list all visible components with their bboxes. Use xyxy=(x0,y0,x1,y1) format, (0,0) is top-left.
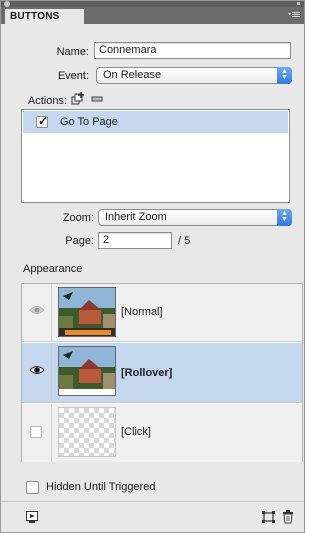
visibility-toggle[interactable] xyxy=(22,284,52,342)
hidden-until-triggered-label: Hidden Until Triggered xyxy=(46,481,156,493)
landscape-image-icon xyxy=(59,288,115,336)
zoom-label: Zoom: xyxy=(62,212,94,224)
state-row-rollover[interactable]: [Rollover] xyxy=(22,343,302,403)
remove-action-icon xyxy=(91,96,103,102)
chevron-updown-icon: ▲ ▼ xyxy=(277,67,292,84)
trash-icon xyxy=(283,510,293,524)
state-label-click: [Click] xyxy=(121,426,151,438)
collapse-icon[interactable] xyxy=(297,2,300,5)
checkmark-icon: ✓ xyxy=(38,114,49,128)
page-field[interactable]: 2 xyxy=(98,232,172,249)
event-value: On Release xyxy=(103,69,162,81)
remove-action-button[interactable] xyxy=(90,92,104,106)
state-thumbnail xyxy=(58,346,116,396)
preview-icon xyxy=(26,511,38,523)
state-thumbnail xyxy=(58,287,116,337)
action-row[interactable]: ✓ Go To Page xyxy=(23,111,288,133)
state-label-normal: [Normal] xyxy=(121,306,163,318)
visibility-checkbox[interactable] xyxy=(30,426,42,438)
state-row-normal[interactable]: [Normal] xyxy=(22,284,302,342)
eye-icon xyxy=(29,366,45,374)
tab-row: BUTTONS xyxy=(1,7,304,24)
buttons-panel: BUTTONS Name: Connemara Event: On Releas… xyxy=(0,0,305,533)
state-thumbnail-empty xyxy=(58,407,116,457)
visibility-toggle[interactable] xyxy=(22,404,52,462)
zoom-value: Inherit Zoom xyxy=(105,211,167,223)
landscape-image-icon xyxy=(59,347,115,395)
delete-button[interactable] xyxy=(282,510,294,524)
state-row-click[interactable]: [Click] xyxy=(22,404,302,462)
add-action-icon xyxy=(71,92,84,105)
appearance-heading: Appearance xyxy=(23,263,83,275)
eye-icon xyxy=(29,306,45,314)
convert-object-icon xyxy=(262,511,275,523)
visibility-toggle[interactable] xyxy=(22,343,52,403)
tab-label: BUTTONS xyxy=(10,11,60,22)
action-label: Go To Page xyxy=(60,116,118,128)
state-label-rollover: [Rollover] xyxy=(121,367,173,379)
name-label: Name: xyxy=(56,46,89,58)
appearance-list: [Normal] [Rollover] [Click] xyxy=(21,283,303,462)
chevron-updown-icon: ▲ ▼ xyxy=(277,209,292,226)
action-enabled-checkbox[interactable]: ✓ xyxy=(36,114,49,128)
event-select[interactable]: On Release ▲ ▼ xyxy=(96,67,292,84)
page-label: Page: xyxy=(65,235,94,247)
transparency-checkerboard xyxy=(59,408,115,456)
preview-button[interactable] xyxy=(25,510,39,524)
add-action-button[interactable] xyxy=(71,92,85,106)
actions-list[interactable]: ✓ Go To Page xyxy=(21,109,290,203)
convert-to-object-button[interactable] xyxy=(261,510,277,524)
page-total: / 5 xyxy=(178,235,191,247)
event-label: Event: xyxy=(57,70,89,82)
hidden-until-triggered-checkbox[interactable] xyxy=(26,481,39,494)
tab-buttons[interactable]: BUTTONS xyxy=(5,9,84,24)
name-field[interactable]: Connemara xyxy=(94,42,291,59)
panel-footer xyxy=(1,501,304,532)
actions-label: Actions: xyxy=(27,95,67,107)
panel-menu-icon[interactable] xyxy=(288,10,300,20)
zoom-select[interactable]: Inherit Zoom ▲ ▼ xyxy=(98,209,292,226)
